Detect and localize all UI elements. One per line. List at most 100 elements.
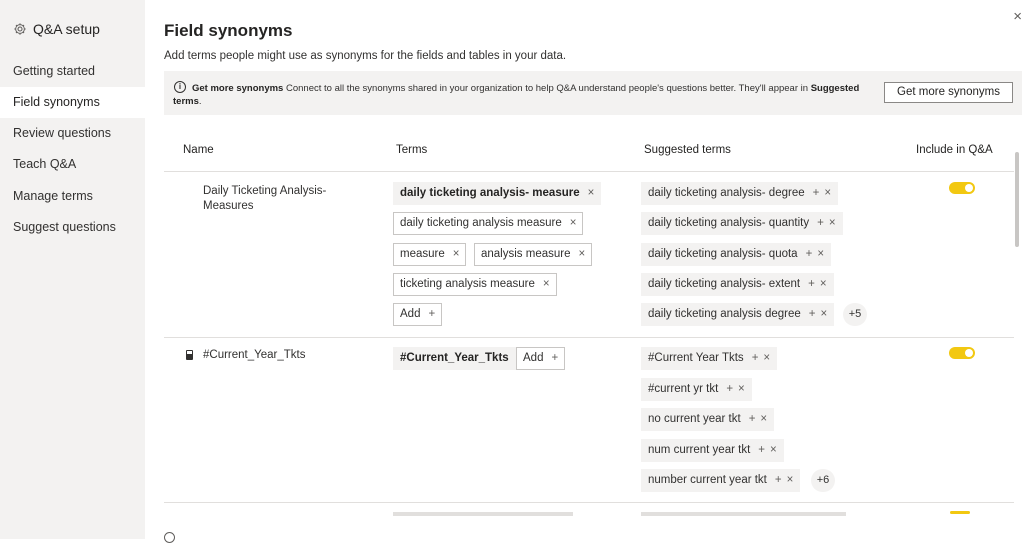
term-chip: ticketing analysis measure ×	[393, 273, 557, 296]
row-name: #Current_Year_Tkts	[203, 349, 306, 361]
remove-term-icon[interactable]: ×	[543, 278, 550, 290]
suggested-term-label: num current year tkt	[648, 444, 751, 456]
suggested-term-chip: daily ticketing analysis- degree + ×	[641, 182, 839, 205]
add-suggested-icon[interactable]: +	[808, 278, 815, 290]
banner-text: Get more synonyms Connect to all the syn…	[173, 82, 873, 108]
more-suggestions-badge[interactable]: +6	[811, 469, 835, 492]
dismiss-suggested-icon[interactable]: ×	[763, 352, 770, 364]
partial-icon	[164, 532, 175, 543]
add-suggested-icon[interactable]: +	[749, 413, 756, 425]
sidebar-item-review-questions[interactable]: Review questions	[0, 118, 145, 149]
sidebar-title: Q&A setup	[33, 21, 100, 37]
suggested-term-label: #Current Year Tkts	[648, 352, 744, 364]
row-divider	[164, 337, 1014, 338]
suggested-term-chip: num current year tkt + ×	[641, 439, 784, 462]
add-label: Add	[400, 308, 421, 320]
term-chip: daily ticketing analysis- measure ×	[393, 182, 602, 205]
term-label: daily ticketing analysis measure	[400, 217, 562, 229]
suggested-term-chip: daily ticketing analysis- quantity + ×	[641, 212, 843, 235]
plus-icon: +	[428, 308, 436, 320]
term-label: ticketing analysis measure	[400, 278, 535, 290]
dismiss-suggested-icon[interactable]: ×	[817, 248, 824, 260]
sidebar: Q&A setup Getting started Field synonyms…	[0, 0, 145, 539]
term-chip: measure ×	[393, 243, 467, 266]
dismiss-suggested-icon[interactable]: ×	[824, 187, 831, 199]
suggested-term-chip: number current year tkt + ×	[641, 469, 801, 492]
add-suggested-icon[interactable]: +	[809, 308, 816, 320]
suggested-term-label: #current yr tkt	[648, 383, 719, 395]
sidebar-item-manage-terms[interactable]: Manage terms	[0, 181, 145, 212]
remove-term-icon[interactable]: ×	[453, 248, 460, 260]
get-more-synonyms-button[interactable]: Get more synonyms	[884, 82, 1013, 103]
column-header-terms: Terms	[396, 144, 428, 156]
sidebar-item-teach-qa[interactable]: Teach Q&A	[0, 149, 145, 180]
header-divider	[164, 171, 1014, 172]
row-name: Daily Ticketing Analysis- Measures	[203, 184, 326, 214]
remove-term-icon[interactable]: ×	[588, 187, 595, 199]
add-term-button[interactable]: Add +	[516, 347, 566, 370]
dismiss-suggested-icon[interactable]: ×	[829, 217, 836, 229]
term-label: measure	[400, 248, 445, 260]
row-name-line2: Measures	[203, 200, 254, 212]
row-divider	[164, 502, 1014, 503]
add-suggested-icon[interactable]: +	[817, 217, 824, 229]
term-label: #Current_Year_Tkts	[400, 352, 509, 364]
add-suggested-icon[interactable]: +	[752, 352, 759, 364]
add-suggested-icon[interactable]: +	[758, 444, 765, 456]
gear-icon	[14, 23, 26, 35]
banner-body: Connect to all the synonyms shared in yo…	[283, 83, 811, 94]
dismiss-suggested-icon[interactable]: ×	[738, 383, 745, 395]
column-header-include: Include in Q&A	[916, 144, 993, 156]
include-toggle[interactable]	[949, 347, 975, 359]
next-row-terms-peek	[393, 512, 573, 516]
banner-bold-lead: Get more synonyms	[192, 83, 284, 94]
term-chip: analysis measure ×	[474, 243, 593, 266]
add-term-button[interactable]: Add +	[393, 303, 443, 326]
dismiss-suggested-icon[interactable]: ×	[770, 444, 777, 456]
dismiss-suggested-icon[interactable]: ×	[820, 278, 827, 290]
suggested-term-label: no current year tkt	[648, 413, 741, 425]
scrollbar[interactable]	[1015, 152, 1019, 247]
sidebar-item-suggest-questions[interactable]: Suggest questions	[0, 212, 145, 243]
suggested-term-label: daily ticketing analysis- extent	[648, 278, 801, 290]
suggested-term-chip: #current yr tkt + ×	[641, 378, 752, 401]
page-title: Field synonyms	[164, 21, 293, 40]
term-label: analysis measure	[481, 248, 571, 260]
add-suggested-icon[interactable]: +	[775, 474, 782, 486]
suggested-term-chip: daily ticketing analysis- quota + ×	[641, 243, 832, 266]
suggested-term-chip: daily ticketing analysis- extent + ×	[641, 273, 834, 296]
add-suggested-icon[interactable]: +	[726, 383, 733, 395]
calculator-icon	[186, 350, 193, 360]
sidebar-item-field-synonyms[interactable]: Field synonyms	[0, 87, 145, 118]
suggested-term-label: daily ticketing analysis degree	[648, 308, 801, 320]
next-row-suggested-peek	[641, 512, 846, 516]
sidebar-header: Q&A setup	[13, 21, 100, 37]
add-suggested-icon[interactable]: +	[813, 187, 820, 199]
page-subtitle: Add terms people might use as synonyms f…	[164, 50, 567, 62]
suggested-term-chip: no current year tkt + ×	[641, 408, 775, 431]
suggested-term-chip: #Current Year Tkts + ×	[641, 347, 778, 370]
term-label: daily ticketing analysis- measure	[400, 187, 580, 199]
include-toggle[interactable]	[949, 182, 975, 194]
dismiss-suggested-icon[interactable]: ×	[760, 413, 767, 425]
plus-icon: +	[551, 352, 559, 364]
term-chip: daily ticketing analysis measure ×	[393, 212, 584, 235]
term-chip: #Current_Year_Tkts	[393, 347, 516, 370]
remove-term-icon[interactable]: ×	[578, 248, 585, 260]
dismiss-suggested-icon[interactable]: ×	[821, 308, 828, 320]
add-suggested-icon[interactable]: +	[806, 248, 813, 260]
info-banner: i Get more synonyms Connect to all the s…	[164, 71, 1022, 115]
close-icon[interactable]: ×	[1013, 8, 1022, 25]
sidebar-item-getting-started[interactable]: Getting started	[0, 56, 145, 87]
remove-term-icon[interactable]: ×	[570, 217, 577, 229]
add-label: Add	[523, 352, 544, 364]
dismiss-suggested-icon[interactable]: ×	[787, 474, 794, 486]
next-row-toggle-peek	[950, 511, 970, 514]
more-suggestions-badge[interactable]: +5	[843, 303, 867, 326]
banner-end: .	[198, 96, 202, 107]
row-name-line1: Daily Ticketing Analysis-	[203, 185, 327, 197]
column-header-suggested: Suggested terms	[644, 144, 731, 156]
suggested-term-chip: daily ticketing analysis degree + ×	[641, 303, 835, 326]
column-header-name: Name	[183, 144, 214, 156]
suggested-term-label: number current year tkt	[648, 474, 767, 486]
